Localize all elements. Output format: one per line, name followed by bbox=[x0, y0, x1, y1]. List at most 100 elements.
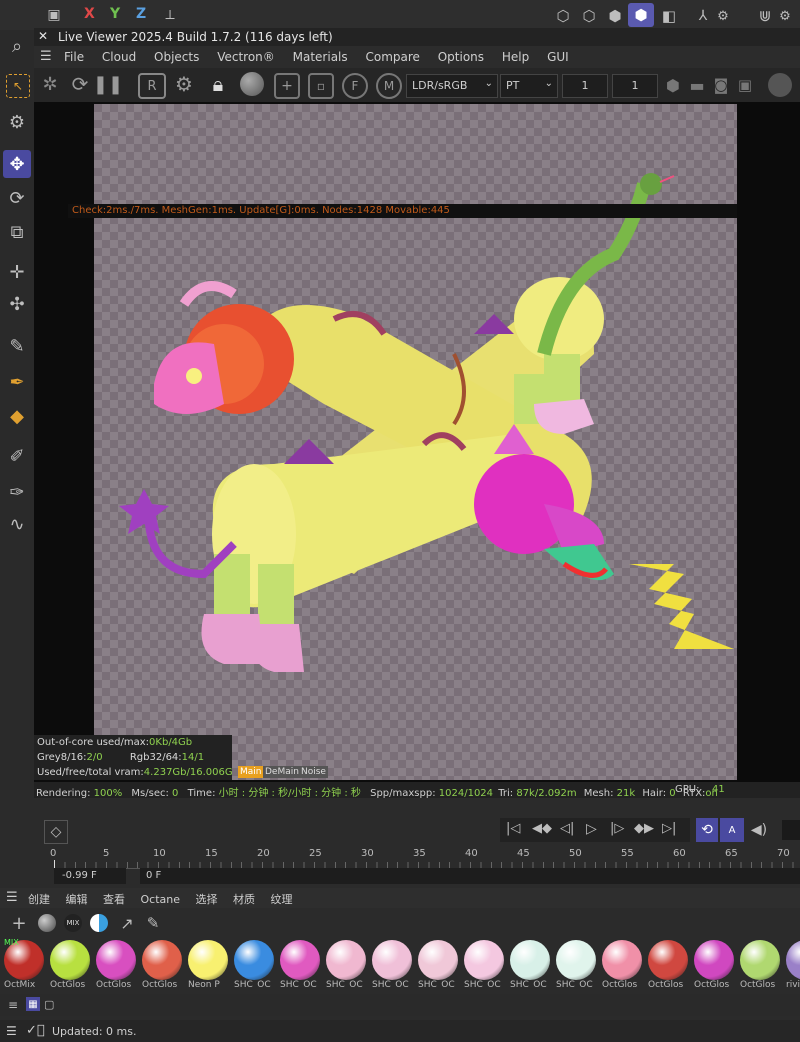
menu-file[interactable]: File bbox=[64, 50, 84, 64]
material-swatch[interactable] bbox=[48, 938, 90, 980]
knife-icon[interactable]: ✑ bbox=[3, 478, 31, 506]
coordinate-system-icon[interactable]: ⟂ bbox=[160, 5, 180, 25]
hamburger-icon[interactable]: ☰ bbox=[6, 1024, 17, 1038]
material-swatch[interactable] bbox=[784, 938, 800, 980]
render-field-b[interactable]: 1 bbox=[612, 74, 658, 98]
loop-icon[interactable]: ⟲ bbox=[696, 818, 718, 842]
material-preview-icon[interactable] bbox=[240, 72, 264, 96]
snap-icon[interactable]: ⅄ bbox=[692, 5, 714, 27]
cube-primitive-icon[interactable]: ◆ bbox=[3, 402, 31, 430]
panel-icon[interactable]: ▣ bbox=[44, 6, 64, 24]
material-swatch[interactable] bbox=[554, 938, 596, 980]
material-swatch[interactable] bbox=[738, 938, 780, 980]
menu-options[interactable]: Options bbox=[438, 50, 484, 64]
spline-smooth-icon[interactable]: ∿ bbox=[3, 510, 31, 538]
pause-icon[interactable]: ❚❚ bbox=[93, 72, 123, 96]
previous-key-icon[interactable]: ◀◆ bbox=[532, 821, 552, 836]
material-picker-icon[interactable]: M bbox=[376, 73, 402, 99]
material-swatch[interactable] bbox=[232, 938, 274, 980]
mix-material-icon[interactable]: MIX bbox=[64, 914, 82, 932]
film-icon[interactable]: ▬ bbox=[686, 74, 708, 96]
transform-tool-icon[interactable]: ✛ bbox=[3, 258, 31, 286]
large-view-icon[interactable]: ▢ bbox=[44, 998, 54, 1011]
point-mode-icon[interactable]: ⬡ bbox=[578, 5, 600, 27]
menu-octane[interactable]: Octane bbox=[141, 893, 181, 906]
menu-create[interactable]: 创建 bbox=[28, 891, 50, 907]
grid-view-icon[interactable]: ▦ bbox=[26, 997, 40, 1011]
multi-transform-icon[interactable]: ✣ bbox=[3, 290, 31, 318]
scene-settings-icon[interactable]: ⚙ bbox=[3, 108, 31, 136]
restart-render-icon[interactable]: ⟳ bbox=[68, 72, 92, 96]
material-swatch[interactable] bbox=[646, 938, 688, 980]
hexagon-icon[interactable]: ⬢ bbox=[662, 74, 684, 96]
tab-main[interactable]: Main bbox=[238, 766, 264, 778]
axis-z-toggle[interactable]: Z bbox=[136, 6, 146, 22]
material-swatch[interactable] bbox=[94, 938, 136, 980]
render-viewport[interactable]: Check:2ms./7ms. MeshGen:1ms. Update[G]:0… bbox=[34, 102, 737, 782]
menu-edit[interactable]: 编辑 bbox=[66, 891, 88, 907]
axis-x-toggle[interactable]: X bbox=[84, 6, 95, 22]
next-key-icon[interactable]: ◆▶ bbox=[634, 821, 654, 836]
color-space-select[interactable]: LDR/sRGB ⌄ bbox=[406, 74, 498, 98]
material-swatch[interactable] bbox=[600, 938, 642, 980]
kernel-select[interactable]: PT ⌄ bbox=[500, 74, 558, 98]
tab-noise[interactable]: Noise bbox=[299, 766, 328, 778]
material-swatch[interactable] bbox=[416, 938, 458, 980]
arrow-icon[interactable]: ↗ bbox=[116, 912, 138, 934]
play-icon[interactable]: ▷ bbox=[586, 821, 597, 837]
keyframe-diamond-icon[interactable]: ◇ bbox=[44, 820, 68, 844]
hamburger-icon[interactable]: ☰ bbox=[6, 890, 18, 905]
spline-pen-icon[interactable]: ✎ bbox=[3, 332, 31, 360]
go-to-end-icon[interactable]: ▷| bbox=[662, 821, 676, 836]
menu-compare[interactable]: Compare bbox=[365, 50, 419, 64]
autokey-icon[interactable]: A bbox=[720, 818, 744, 842]
go-to-start-icon[interactable]: |◁ bbox=[506, 821, 520, 836]
object-mode-icon[interactable]: ⬡ bbox=[552, 5, 574, 27]
menu-cloud[interactable]: Cloud bbox=[102, 50, 136, 64]
menu-select[interactable]: 选择 bbox=[196, 891, 218, 907]
new-material-icon[interactable] bbox=[38, 914, 56, 932]
region-render-icon[interactable]: R bbox=[138, 73, 166, 99]
rotate-tool-icon[interactable]: ⟳ bbox=[3, 184, 31, 212]
menu-texture[interactable]: 纹理 bbox=[271, 891, 293, 907]
material-swatch[interactable] bbox=[370, 938, 412, 980]
film-region-icon[interactable]: ▫ bbox=[308, 73, 334, 99]
uv-mode-icon[interactable]: ◧ bbox=[658, 5, 680, 27]
send-scene-icon[interactable]: ✲ bbox=[38, 72, 62, 96]
menu-vectron[interactable]: Vectron® bbox=[217, 50, 275, 64]
search-icon[interactable]: ⌕ bbox=[3, 32, 31, 60]
camera-icon[interactable]: ◙ bbox=[710, 74, 732, 96]
menu-material[interactable]: 材质 bbox=[233, 891, 255, 907]
selection-tool-icon[interactable]: ↖ bbox=[6, 74, 30, 98]
edge-mode-icon[interactable]: ⬢ bbox=[604, 5, 626, 27]
material-swatch[interactable] bbox=[692, 938, 734, 980]
tab-demain[interactable]: DeMain bbox=[263, 766, 301, 778]
next-frame-icon[interactable]: |▷ bbox=[610, 821, 624, 836]
spline-draw-icon[interactable]: ✒ bbox=[3, 368, 31, 396]
menu-help[interactable]: Help bbox=[502, 50, 529, 64]
brush-icon[interactable]: ✐ bbox=[3, 442, 31, 470]
settings-gear-icon[interactable]: ⚙ bbox=[172, 72, 196, 96]
frame-field[interactable]: 0 F bbox=[140, 868, 800, 884]
add-region-icon[interactable]: + bbox=[274, 73, 300, 99]
magnet-icon[interactable]: ⋓ bbox=[754, 5, 776, 27]
menu-view[interactable]: 查看 bbox=[103, 891, 125, 907]
current-time-field[interactable]: -0.99 F bbox=[54, 868, 126, 884]
contrast-icon[interactable] bbox=[90, 914, 108, 932]
material-swatch[interactable] bbox=[508, 938, 550, 980]
lock-icon[interactable]: 🔒︎ bbox=[206, 71, 230, 97]
save-image-icon[interactable]: ▣ bbox=[734, 74, 756, 96]
material-swatch[interactable] bbox=[186, 938, 228, 980]
polygon-mode-icon[interactable]: ⬢ bbox=[628, 3, 654, 27]
axis-y-toggle[interactable]: Y bbox=[110, 6, 120, 22]
menu-objects[interactable]: Objects bbox=[154, 50, 199, 64]
material-swatch[interactable] bbox=[324, 938, 366, 980]
timeline-field[interactable] bbox=[782, 820, 800, 840]
cloud-render-icon[interactable] bbox=[768, 73, 792, 97]
scale-tool-icon[interactable]: ⧉ bbox=[3, 218, 31, 246]
menu-gui[interactable]: GUI bbox=[547, 50, 569, 64]
material-swatch[interactable] bbox=[140, 938, 182, 980]
snap-settings-gear-icon[interactable]: ⚙ bbox=[714, 5, 732, 27]
magnet-settings-gear-icon[interactable]: ⚙ bbox=[776, 5, 794, 27]
material-swatch[interactable]: MIX bbox=[2, 938, 44, 980]
